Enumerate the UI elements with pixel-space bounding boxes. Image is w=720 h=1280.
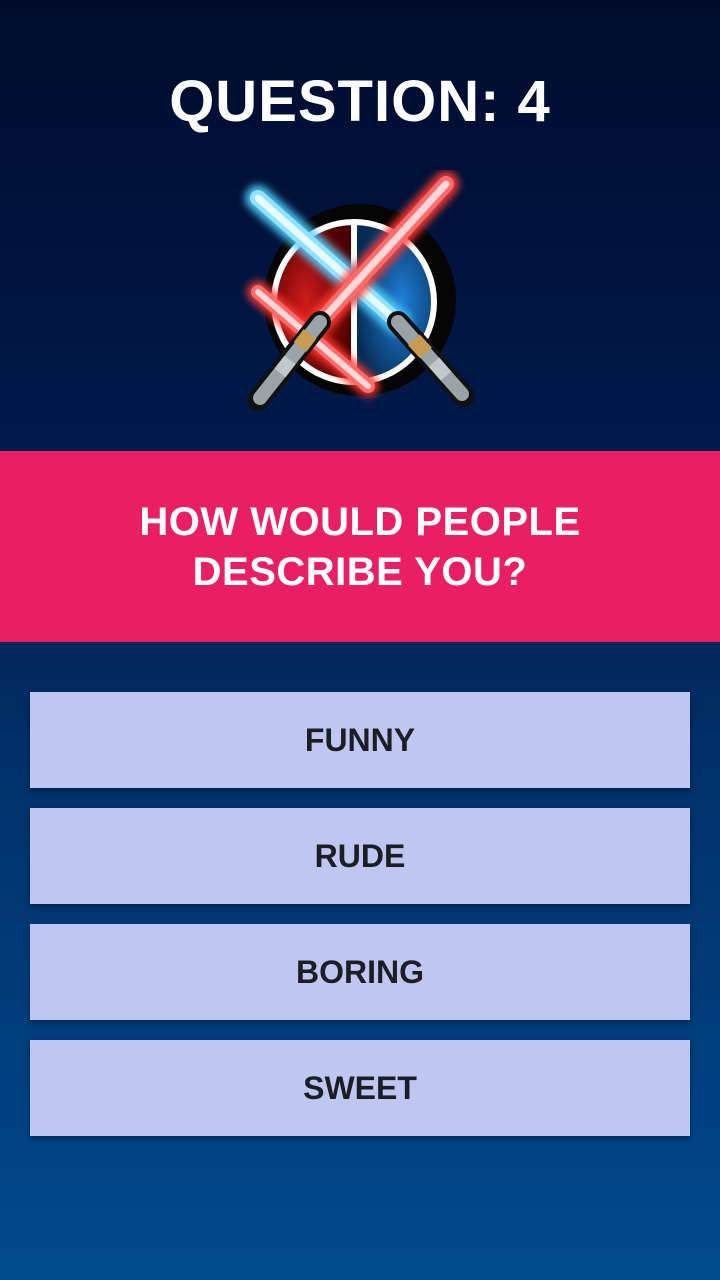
question-band: HOW WOULD PEOPLE DESCRIBE YOU? — [0, 451, 720, 642]
answer-button-sweet[interactable]: SWEET — [30, 1040, 690, 1136]
answer-button-rude[interactable]: RUDE — [30, 808, 690, 904]
answer-list: FUNNY RUDE BORING SWEET — [30, 692, 690, 1156]
question-number-title: QUESTION: 4 — [169, 69, 551, 134]
answer-button-boring[interactable]: BORING — [30, 924, 690, 1020]
crossed-lightsabers-icon — [245, 171, 475, 411]
question-text: HOW WOULD PEOPLE DESCRIBE YOU? — [139, 499, 581, 594]
quiz-header: QUESTION: 4 — [0, 0, 720, 450]
answer-button-funny[interactable]: FUNNY — [30, 692, 690, 788]
